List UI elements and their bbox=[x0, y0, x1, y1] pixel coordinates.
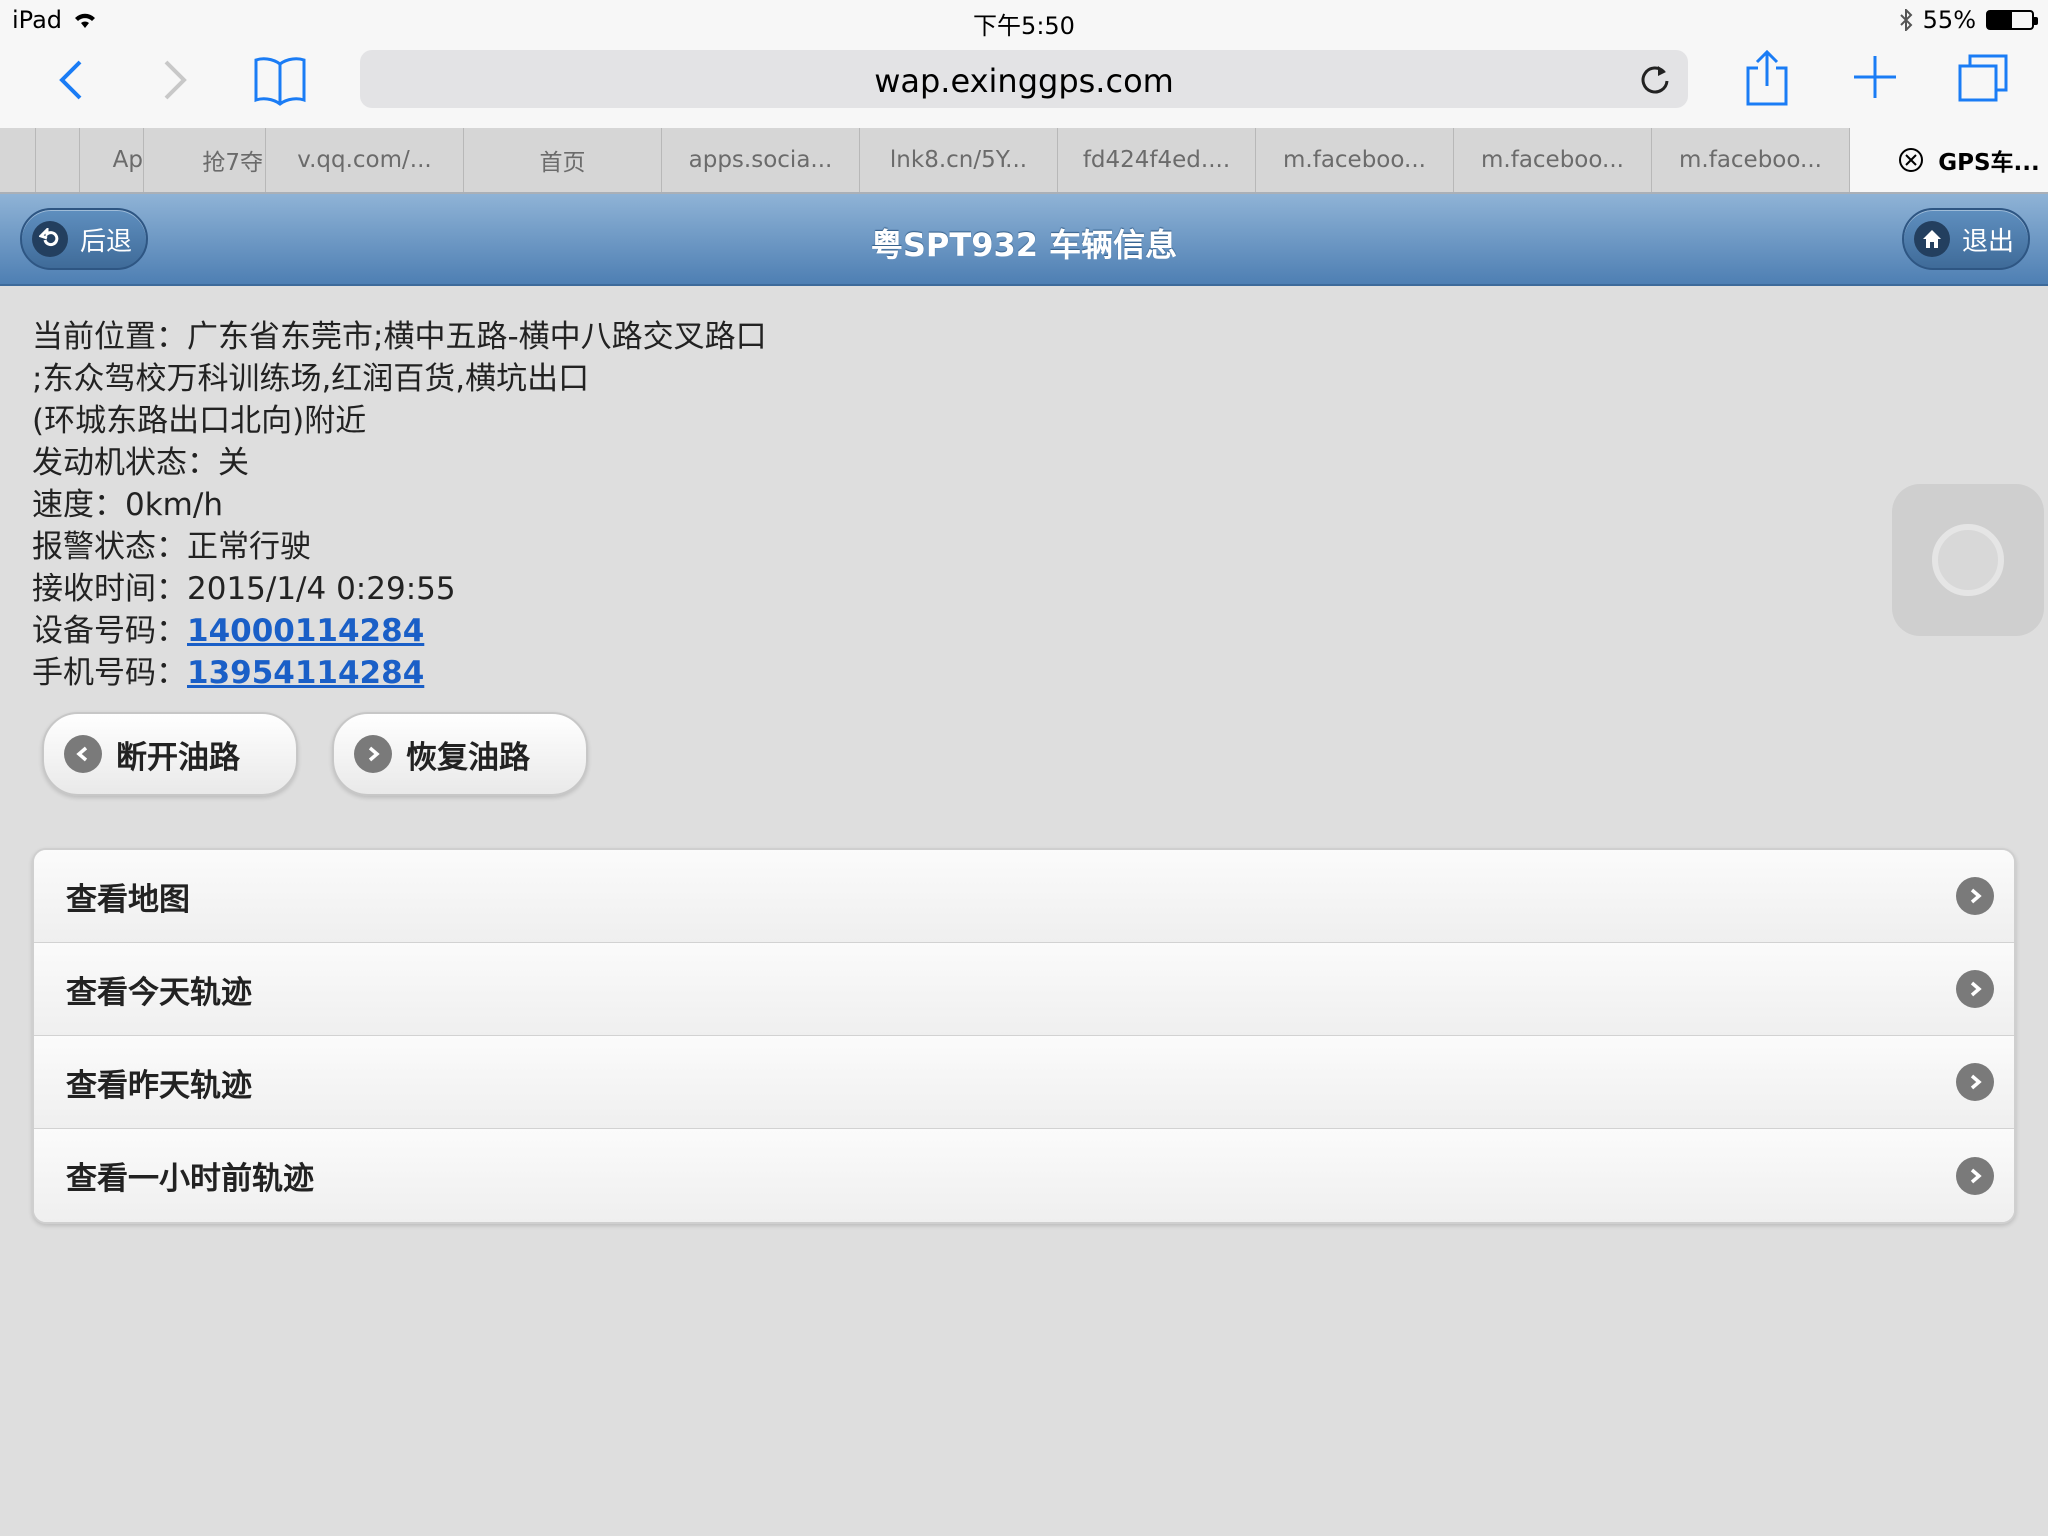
list-item-hour-ago-track[interactable]: 查看一小时前轨迹 bbox=[34, 1129, 2014, 1222]
list-item-view-map[interactable]: 查看地图 bbox=[34, 850, 2014, 943]
battery-icon bbox=[1986, 10, 2038, 30]
location-line: ;东众驾校万科训练场,红润百货,横坑出口 bbox=[32, 361, 590, 397]
chevron-right-icon bbox=[1956, 877, 1994, 915]
browser-tab[interactable]: v.qq.com/... bbox=[266, 128, 464, 192]
status-time: 下午5:50 bbox=[973, 12, 1075, 40]
browser-tab[interactable]: m.faceboo... bbox=[1652, 128, 1850, 192]
battery-percent: 55% bbox=[1922, 6, 1976, 34]
device-number-row: 设备号码：14000114284 bbox=[32, 613, 425, 649]
url-text: wap.exinggps.com bbox=[874, 62, 1174, 100]
browser-tabs: Ap 抢7夺 v.qq.com/... 首页 apps.socia... lnk… bbox=[0, 128, 2048, 194]
browser-tab[interactable] bbox=[0, 128, 36, 192]
browser-tab[interactable]: 首页 bbox=[464, 128, 662, 192]
exit-button[interactable]: 退出 bbox=[1901, 208, 2030, 270]
phone-number-row: 手机号码：13954114284 bbox=[32, 655, 425, 691]
new-tab-icon[interactable] bbox=[1852, 54, 1898, 100]
share-icon[interactable] bbox=[1744, 48, 1790, 108]
browser-tab[interactable]: m.faceboo... bbox=[1454, 128, 1652, 192]
page-title: 粤SPT932 车辆信息 bbox=[870, 226, 1178, 264]
url-bar[interactable]: wap.exinggps.com bbox=[360, 50, 1688, 108]
page-header: 后退 粤SPT932 车辆信息 退出 bbox=[0, 194, 2048, 286]
list-item-yesterday-track[interactable]: 查看昨天轨迹 bbox=[34, 1036, 2014, 1129]
list-item-today-track[interactable]: 查看今天轨迹 bbox=[34, 943, 2014, 1036]
device-number-link[interactable]: 14000114284 bbox=[187, 613, 424, 649]
phone-number-link[interactable]: 13954114284 bbox=[187, 655, 424, 691]
chevron-left-icon bbox=[64, 735, 102, 773]
tabs-overview-icon[interactable] bbox=[1956, 52, 2010, 104]
cut-oil-button[interactable]: 断开油路 bbox=[42, 712, 298, 796]
assistive-touch-icon bbox=[1932, 524, 2004, 596]
browser-tab[interactable] bbox=[36, 128, 80, 192]
browser-tab[interactable]: 抢7夺 bbox=[144, 128, 266, 192]
location-line: 当前位置：广东省东莞市;横中五路-横中八路交叉路口 bbox=[32, 319, 767, 355]
engine-status: 发动机状态：关 bbox=[32, 445, 249, 481]
bluetooth-icon bbox=[1899, 9, 1913, 31]
chevron-right-icon bbox=[1956, 1063, 1994, 1101]
browser-toolbar: wap.exinggps.com bbox=[0, 40, 2048, 128]
forward-arrow-icon[interactable] bbox=[160, 58, 190, 102]
browser-tab[interactable]: Ap bbox=[80, 128, 144, 192]
browser-tab[interactable]: apps.socia... bbox=[662, 128, 860, 192]
close-tab-icon[interactable] bbox=[1898, 147, 1924, 173]
action-list: 查看地图 查看今天轨迹 查看昨天轨迹 查看一小时前轨迹 bbox=[32, 848, 2016, 1224]
speed: 速度：0km/h bbox=[32, 487, 223, 523]
browser-tab[interactable]: m.faceboo... bbox=[1256, 128, 1454, 192]
restore-oil-button[interactable]: 恢复油路 bbox=[332, 712, 588, 796]
alarm-status: 报警状态：正常行驶 bbox=[32, 529, 311, 565]
home-icon bbox=[1913, 221, 1950, 257]
back-arrow-icon[interactable] bbox=[56, 58, 86, 102]
bookmarks-icon[interactable] bbox=[252, 54, 308, 106]
browser-tab-active[interactable]: GPS车... bbox=[1850, 128, 2048, 192]
browser-tab[interactable]: lnk8.cn/5Y... bbox=[860, 128, 1058, 192]
chevron-right-icon bbox=[354, 735, 392, 773]
chevron-right-icon bbox=[1956, 1156, 1994, 1195]
chevron-right-icon bbox=[1956, 970, 1994, 1008]
receive-time: 接收时间：2015/1/4 0:29:55 bbox=[32, 571, 456, 607]
browser-tab[interactable]: fd424f4ed.... bbox=[1058, 128, 1256, 192]
reload-icon[interactable] bbox=[1638, 62, 1672, 96]
location-line: (环城东路出口北向)附近 bbox=[32, 403, 367, 439]
status-bar: iPad 下午5:50 55% bbox=[0, 0, 2048, 40]
assistive-touch-button[interactable] bbox=[1892, 484, 2044, 636]
vehicle-info: 当前位置：广东省东莞市;横中五路-横中八路交叉路口 ;东众驾校万科训练场,红润百… bbox=[32, 316, 767, 694]
